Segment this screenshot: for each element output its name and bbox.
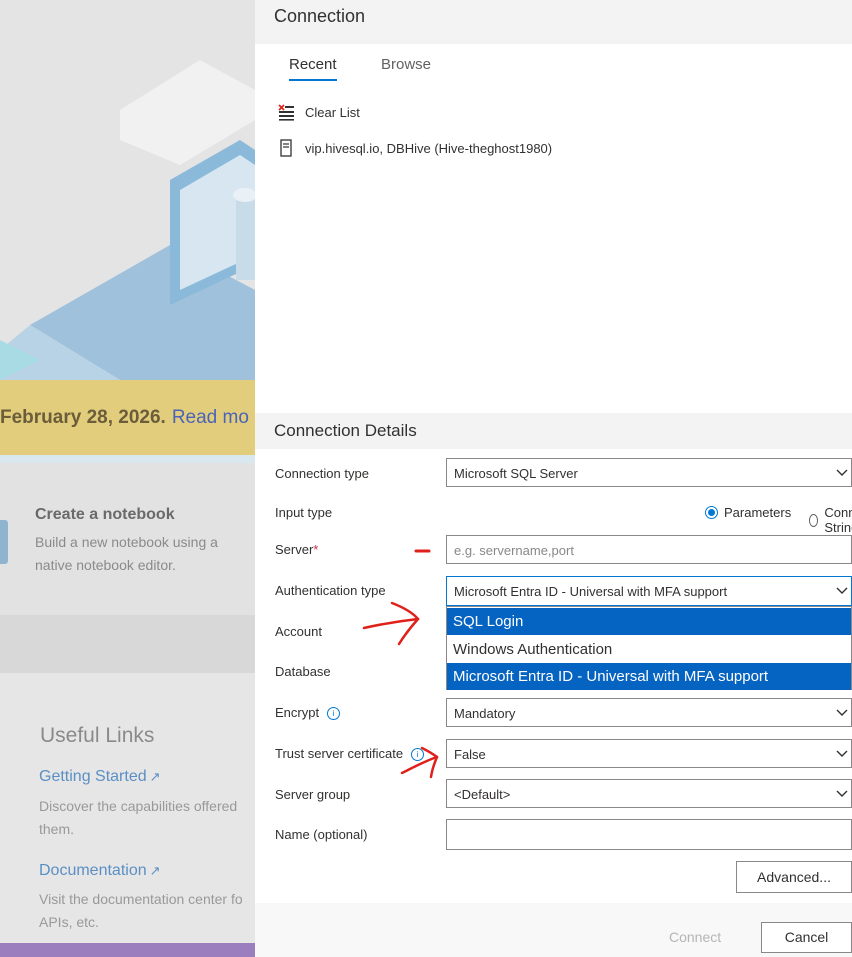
clear-list-button[interactable]: Clear List <box>277 103 360 121</box>
status-bar <box>0 943 255 957</box>
trust-cert-label: Trust server certificate i <box>275 746 425 762</box>
server-label-text: Server <box>275 542 314 557</box>
banner-date: February 28, 2026. <box>0 407 166 428</box>
clear-list-icon <box>278 104 294 121</box>
chevron-down-icon <box>836 750 848 757</box>
server-icon <box>280 139 292 157</box>
server-group-value: <Default> <box>454 787 511 802</box>
name-label: Name (optional) <box>275 827 368 842</box>
advanced-button[interactable]: Advanced... <box>736 861 852 893</box>
external-link-icon: ↗ <box>149 769 161 784</box>
auth-type-dropdown-list[interactable]: SQL Login Windows Authentication Microso… <box>446 606 852 690</box>
connection-type-label: Connection type <box>275 466 369 481</box>
create-notebook-title: Create a notebook <box>35 506 175 523</box>
trust-cert-label-text: Trust server certificate <box>275 746 404 761</box>
radio-connection-string-label: Connection String <box>824 505 852 535</box>
radio-connection-string[interactable]: Connection String <box>809 505 852 535</box>
encrypt-label-text: Encrypt <box>275 705 320 720</box>
chevron-down-icon <box>836 469 848 476</box>
documentation-label: Documentation <box>39 862 147 879</box>
chevron-down-icon <box>836 790 848 797</box>
info-icon[interactable]: i <box>327 707 341 721</box>
getting-started-description: Discover the capabilities offered <box>39 798 238 814</box>
auth-type-select[interactable]: Microsoft Entra ID - Universal with MFA … <box>446 576 852 606</box>
tab-browse[interactable]: Browse <box>381 56 431 79</box>
server-group-label: Server group <box>275 787 351 802</box>
create-notebook-description: Build a new notebook using a native note… <box>35 534 218 573</box>
database-label: Database <box>275 664 331 679</box>
input-type-label: Input type <box>275 505 333 520</box>
cancel-button[interactable]: Cancel <box>761 922 852 953</box>
radio-parameters-label: Parameters <box>724 505 792 520</box>
account-label: Account <box>275 624 322 639</box>
recent-connection-item[interactable]: vip.hivesql.io, DBHive (Hive-theghost198… <box>277 139 552 157</box>
required-mark: * <box>313 542 319 557</box>
documentation-description-cont: APIs, etc. <box>39 914 99 930</box>
auth-option-windows[interactable]: Windows Authentication <box>447 636 851 663</box>
connect-button[interactable]: Connect <box>669 929 721 945</box>
encrypt-value: Mandatory <box>454 706 516 721</box>
clear-list-label: Clear List <box>305 104 360 120</box>
getting-started-label: Getting Started <box>39 768 147 785</box>
external-link-icon: ↗ <box>149 863 161 878</box>
auth-type-value: Microsoft Entra ID - Universal with MFA … <box>454 584 728 599</box>
server-input[interactable]: e.g. servername,port <box>446 535 852 564</box>
welcome-page-background: February 28, 2026. Read mo Create a noteb… <box>0 0 255 957</box>
getting-started-description-cont: them. <box>39 821 75 837</box>
radio-unselected-icon <box>809 513 819 527</box>
radio-parameters[interactable]: Parameters <box>705 505 791 520</box>
server-label: Server* <box>275 542 318 557</box>
recent-connection-label: vip.hivesql.io, DBHive (Hive-theghost198… <box>305 140 553 156</box>
auth-type-label: Authentication type <box>275 583 386 598</box>
chevron-down-icon <box>836 709 848 716</box>
useful-links-title: Useful Links <box>40 724 155 747</box>
trust-cert-value: False <box>454 747 486 762</box>
getting-started-link[interactable]: Getting Started ↗ <box>39 768 161 786</box>
auth-option-entra-mfa[interactable]: Microsoft Entra ID - Universal with MFA … <box>447 663 851 690</box>
server-group-select[interactable]: <Default> <box>446 779 852 808</box>
connection-details-title: Connection Details <box>274 421 417 440</box>
documentation-link[interactable]: Documentation ↗ <box>39 862 161 880</box>
dialog-header: Connection <box>255 0 852 44</box>
trust-cert-select[interactable]: False <box>446 739 852 768</box>
encrypt-select[interactable]: Mandatory <box>446 698 852 727</box>
tab-recent[interactable]: Recent <box>289 56 337 81</box>
connection-type-value: Microsoft SQL Server <box>454 466 578 481</box>
auth-option-sql-login[interactable]: SQL Login <box>447 608 851 635</box>
name-input[interactable] <box>446 819 852 850</box>
radio-selected-icon <box>705 506 718 519</box>
banner-text: February 28, 2026. Read mo <box>0 407 249 429</box>
connection-dialog: Connection Recent Browse Clear List vip.… <box>255 0 852 957</box>
welcome-divider-strip <box>0 615 255 673</box>
encrypt-label: Encrypt i <box>275 705 341 721</box>
connection-type-select[interactable]: Microsoft SQL Server <box>446 458 852 487</box>
info-icon[interactable]: i <box>411 748 425 762</box>
documentation-description: Visit the documentation center fo <box>39 891 243 907</box>
server-placeholder: e.g. servername,port <box>454 543 574 558</box>
notebook-icon <box>0 520 8 564</box>
chevron-down-icon <box>836 587 848 594</box>
connection-details-header: Connection Details <box>255 413 852 449</box>
banner-read-more-link[interactable]: Read mo <box>172 407 249 428</box>
dialog-title: Connection <box>274 6 366 26</box>
